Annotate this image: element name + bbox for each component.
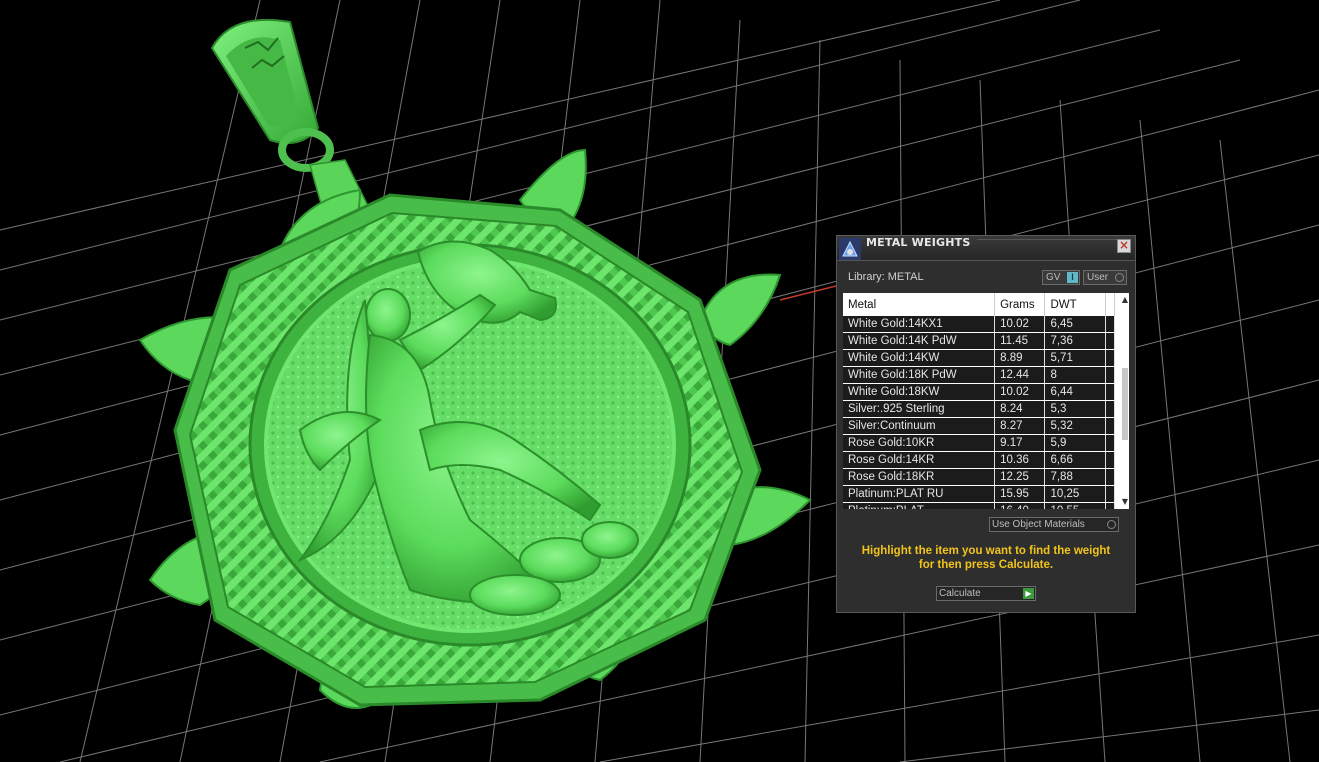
grams-cell: 10.36 xyxy=(994,451,1046,469)
table-row[interactable]: White Gold:14K PdW 11.45 7,36 xyxy=(843,332,1116,350)
scroll-up-icon[interactable]: ▲ xyxy=(1121,295,1129,305)
row-spacer xyxy=(1105,366,1116,384)
metal-cell: Rose Gold:18KR xyxy=(843,468,996,486)
matrix-app-icon xyxy=(839,238,861,260)
dwt-cell: 5,32 xyxy=(1044,417,1106,435)
row-spacer xyxy=(1105,417,1116,435)
grams-cell: 15.95 xyxy=(994,485,1046,503)
metal-cell: White Gold:18KW xyxy=(843,383,996,401)
column-header-metal[interactable]: Metal xyxy=(843,293,996,316)
instructions-line-1: Highlight the item you want to find the … xyxy=(861,545,1111,557)
table-row[interactable]: Rose Gold:10KR 9.17 5,9 xyxy=(843,434,1116,452)
metal-weights-panel: METAL WEIGHTS × Library: METAL GV I User… xyxy=(836,235,1136,613)
dwt-cell: 5,3 xyxy=(1044,400,1106,418)
dwt-cell: 10,55 xyxy=(1044,502,1106,509)
dwt-cell: 6,45 xyxy=(1044,316,1106,333)
gv-label: GV xyxy=(1046,272,1061,283)
grams-cell: 10.02 xyxy=(994,383,1046,401)
user-indicator xyxy=(1115,273,1124,282)
scroll-thumb[interactable] xyxy=(1122,368,1128,440)
metal-cell: Silver:Continuum xyxy=(843,417,996,435)
row-spacer xyxy=(1105,383,1116,401)
calculate-button[interactable]: Calculate ▶ xyxy=(936,586,1036,601)
title-separator xyxy=(977,239,1125,240)
close-button[interactable]: × xyxy=(1117,239,1131,253)
table-row[interactable]: White Gold:14KX1 10.02 6,45 xyxy=(843,316,1116,333)
row-spacer xyxy=(1105,349,1116,367)
panel-title: METAL WEIGHTS xyxy=(866,236,971,249)
pendant-model xyxy=(138,18,812,709)
column-header-spacer xyxy=(1105,293,1116,316)
column-header-grams[interactable]: Grams xyxy=(994,293,1046,316)
use-object-materials-label: Use Object Materials xyxy=(992,519,1085,530)
close-icon: × xyxy=(1118,238,1130,252)
dwt-cell: 6,44 xyxy=(1044,383,1106,401)
row-spacer xyxy=(1105,332,1116,350)
column-header-dwt[interactable]: DWT xyxy=(1044,293,1106,316)
metal-cell: White Gold:18K PdW xyxy=(843,366,996,384)
metal-cell: Platinum:PLAT RU xyxy=(843,485,996,503)
grams-cell: 10.02 xyxy=(994,316,1046,333)
table-row[interactable]: White Gold:14KW 8.89 5,71 xyxy=(843,349,1116,367)
metals-table: Metal Grams DWT White Gold:14KX1 10.02 6,4… xyxy=(843,293,1116,509)
grams-cell: 9.17 xyxy=(994,434,1046,452)
row-spacer xyxy=(1105,485,1116,503)
metal-cell: White Gold:14KW xyxy=(843,349,996,367)
table-row[interactable]: Rose Gold:18KR 12.25 7,88 xyxy=(843,468,1116,486)
grams-cell: 8.89 xyxy=(994,349,1046,367)
instructions-line-2: for then press Calculate. xyxy=(918,559,1054,571)
dwt-cell: 5,9 xyxy=(1044,434,1106,452)
dwt-cell: 7,36 xyxy=(1044,332,1106,350)
metal-cell: Rose Gold:14KR xyxy=(843,451,996,469)
scroll-down-icon[interactable]: ▼ xyxy=(1121,497,1129,507)
grams-cell: 8.27 xyxy=(994,417,1046,435)
table-row[interactable]: Platinum:PLAT16.4010,55 xyxy=(843,502,1116,509)
table-row[interactable]: Silver:.925 Sterling 8.24 5,3 xyxy=(843,400,1116,418)
table-row[interactable]: Platinum:PLAT RU 15.95 10,25 xyxy=(843,485,1116,503)
table-row[interactable]: White Gold:18K PdW 12.44 8 xyxy=(843,366,1116,384)
table-header-row: Metal Grams DWT xyxy=(843,293,1116,316)
grams-cell: 8.24 xyxy=(994,400,1046,418)
table-scrollbar[interactable]: ▲ ▼ xyxy=(1121,293,1129,509)
row-spacer xyxy=(1105,316,1116,333)
calculate-label: Calculate xyxy=(939,588,981,599)
row-spacer xyxy=(1105,451,1116,469)
grams-cell: 12.25 xyxy=(994,468,1046,486)
dwt-cell: 10,25 xyxy=(1044,485,1106,503)
use-object-materials-indicator xyxy=(1107,520,1116,529)
metal-cell: Silver:.925 Sterling xyxy=(843,400,996,418)
dwt-cell: 6,66 xyxy=(1044,451,1106,469)
table-row[interactable]: White Gold:18KW 10.02 6,44 xyxy=(843,383,1116,401)
gv-indicator: I xyxy=(1067,272,1078,283)
use-object-materials-toggle[interactable]: Use Object Materials xyxy=(989,517,1119,532)
grams-cell: 12.44 xyxy=(994,366,1046,384)
dwt-cell: 5,71 xyxy=(1044,349,1106,367)
dwt-cell: 8 xyxy=(1044,366,1106,384)
row-spacer xyxy=(1105,502,1116,509)
panel-titlebar[interactable]: METAL WEIGHTS × xyxy=(837,236,1135,261)
metal-cell: Platinum:PLAT xyxy=(843,502,996,509)
metal-cell: Rose Gold:10KR xyxy=(843,434,996,452)
library-label: Library: METAL xyxy=(848,271,924,283)
gv-toggle[interactable]: GV I xyxy=(1042,270,1080,285)
grams-cell: 16.40 xyxy=(994,502,1046,509)
user-toggle[interactable]: User xyxy=(1083,270,1127,285)
user-label: User xyxy=(1087,272,1109,283)
table-row[interactable]: Rose Gold:14KR 10.36 6,66 xyxy=(843,451,1116,469)
row-spacer xyxy=(1105,468,1116,486)
grams-cell: 11.45 xyxy=(994,332,1046,350)
row-spacer xyxy=(1105,434,1116,452)
metal-cell: White Gold:14KX1 xyxy=(843,316,996,333)
play-arrow-icon: ▶ xyxy=(1023,588,1034,599)
axis-marker xyxy=(779,284,841,301)
dwt-cell: 7,88 xyxy=(1044,468,1106,486)
table-row[interactable]: Silver:Continuum 8.27 5,32 xyxy=(843,417,1116,435)
metal-cell: White Gold:14K PdW xyxy=(843,332,996,350)
metals-table-container: Metal Grams DWT White Gold:14KX1 10.02 6,4… xyxy=(843,293,1129,509)
instructions-text: Highlight the item you want to find the … xyxy=(847,544,1125,572)
row-spacer xyxy=(1105,400,1116,418)
